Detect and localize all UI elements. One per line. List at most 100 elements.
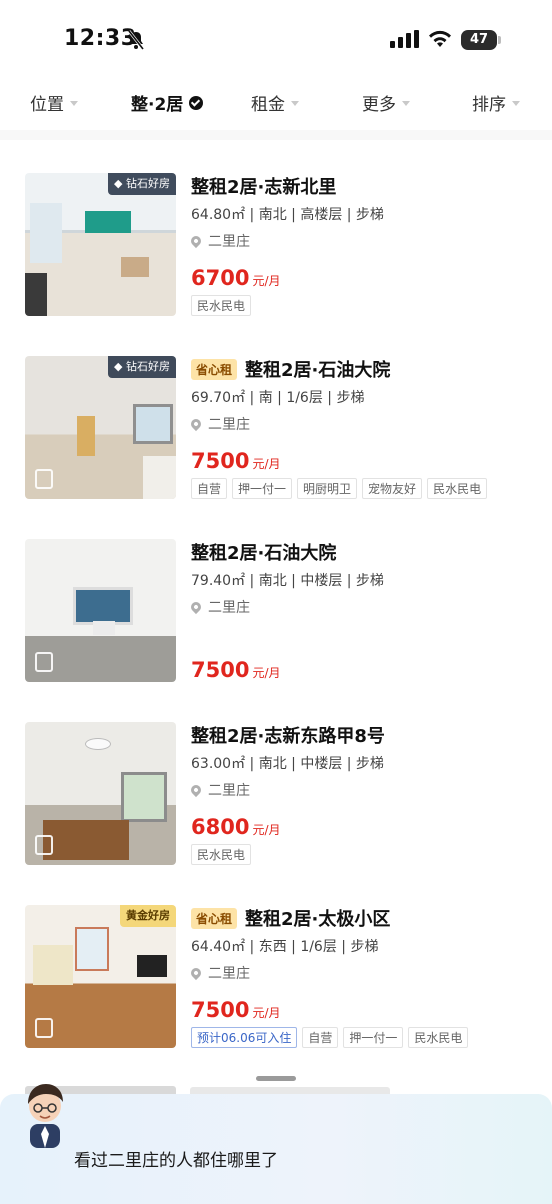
filter-sort-label: 排序 [472,95,506,115]
window-shape [73,587,133,625]
listing-tags: 自营 押一付一 明厨明卫 宠物友好 民水民电 [191,478,492,499]
location-pin-icon [188,233,204,249]
wifi-icon [429,30,451,47]
bed-shape [43,820,129,860]
battery-tip [498,36,501,44]
furniture-shape [25,273,47,316]
listing-title[interactable]: 整租2居·志新北里 [191,173,336,199]
diamond-badge: ◆ 钻石好房 [108,173,176,195]
section-divider [0,130,552,140]
filter-layout-label: 整·2居 [131,95,184,115]
listing-location: 二里庄 [188,231,250,251]
battery-level: 47 [461,30,497,50]
listing-title-text: 整租2居·志新北里 [191,177,337,198]
location-pin-icon [188,782,204,798]
furniture-shape [143,456,176,499]
listing-location: 二里庄 [188,597,250,617]
listing-card[interactable]: ◆ 钻石好房 整租2居·志新北里 64.80㎡ | 南北 | 高楼层 | 步梯 … [0,173,552,343]
price-value: 7500 [191,998,250,1022]
vr-icon [35,1018,53,1038]
filter-location-label: 位置 [30,95,64,115]
price-unit: 元/月 [252,1006,281,1020]
assistant-prompt-text: 看过二里庄的人都住哪里了 [74,1151,278,1171]
listing-photo[interactable]: ◆ 钻石好房 [25,173,176,316]
listing-title-text: 整租2居·太极小区 [245,909,391,930]
filter-more-label: 更多 [362,95,396,115]
filter-bar: 位置 整·2居 租金 更多 排序 [0,82,552,122]
tag: 民水民电 [408,1027,469,1048]
price-value: 6700 [191,266,250,290]
tag: 自营 [302,1027,339,1048]
chevron-down-icon [70,101,78,106]
badge-label: 钻石好房 [126,360,170,373]
listing-card[interactable]: 整租2居·志新东路甲8号 63.00㎡ | 南北 | 中楼层 | 步梯 二里庄 … [0,722,552,892]
vr-icon [35,469,53,489]
listing-title-text: 整租2居·志新东路甲8号 [191,726,385,747]
listing-price: 7500 元/月 [191,658,281,682]
filter-sort[interactable]: 排序 [472,90,520,115]
window-shape [121,772,167,822]
vr-icon [35,652,53,672]
tag: 民水民电 [191,844,252,865]
location-text: 二里庄 [208,783,250,799]
listing-location: 二里庄 [188,414,250,434]
badge-label: 钻石好房 [126,177,170,190]
listing-meta: 64.80㎡ | 南北 | 高楼层 | 步梯 [191,207,384,223]
move-in-date-tag: 预计06.06可入住 [191,1027,298,1048]
easy-rent-tag: 省心租 [191,907,238,929]
filter-layout[interactable]: 整·2居 [131,90,204,115]
listing-title[interactable]: 省心租 整租2居·太极小区 [191,905,390,931]
listing-location: 二里庄 [188,963,250,983]
listing-photo[interactable] [25,539,176,682]
radiator-shape [93,621,115,635]
listing-photo[interactable]: 黄金好房 [25,905,176,1048]
drag-handle[interactable] [256,1076,296,1081]
listing-title[interactable]: 整租2居·石油大院 [191,539,336,565]
location-text: 二里庄 [208,234,250,250]
listing-price: 6700 元/月 [191,266,281,290]
location-pin-icon [188,599,204,615]
listing-meta: 64.40㎡ | 东西 | 1/6层 | 步梯 [191,939,379,955]
sofa-shape [33,945,73,985]
easy-rent-tag: 省心租 [191,358,238,380]
filter-more[interactable]: 更多 [362,90,410,115]
price-value: 7500 [191,658,250,682]
ceiling-light-shape [85,738,111,750]
furniture-shape [77,416,95,456]
listing-photo[interactable] [25,722,176,865]
listing-price: 6800 元/月 [191,815,281,839]
listing-photo[interactable]: ◆ 钻石好房 [25,356,176,499]
price-unit: 元/月 [252,457,281,471]
price-value: 6800 [191,815,250,839]
tag: 宠物友好 [362,478,423,499]
listing-title-text: 整租2居·石油大院 [191,543,337,564]
filter-rent[interactable]: 租金 [251,90,299,115]
listing-meta: 79.40㎡ | 南北 | 中楼层 | 步梯 [191,573,384,589]
listing-title[interactable]: 整租2居·志新东路甲8号 [191,722,385,748]
vr-icon [35,835,53,855]
listing-tags: 民水民电 [191,844,256,865]
window-shape [30,203,62,263]
listing-card[interactable]: 黄金好房 省心租 整租2居·太极小区 64.40㎡ | 东西 | 1/6层 | … [0,905,552,1075]
price-value: 7500 [191,449,250,473]
listing-tags: 预计06.06可入住 自营 押一付一 民水民电 [191,1027,473,1048]
listing-meta: 63.00㎡ | 南北 | 中楼层 | 步梯 [191,756,384,772]
location-text: 二里庄 [208,966,250,982]
location-text: 二里庄 [208,417,250,433]
clock: 12:33 [64,26,137,51]
tv-shape [137,955,167,977]
listing-title[interactable]: 省心租 整租2居·石油大院 [191,356,390,382]
listing-card[interactable]: ◆ 钻石好房 省心租 整租2居·石油大院 69.70㎡ | 南 | 1/6层 |… [0,356,552,526]
tag: 民水民电 [427,478,488,499]
tag: 明厨明卫 [297,478,358,499]
tag: 押一付一 [343,1027,404,1048]
listing-price: 7500 元/月 [191,449,281,473]
listing-price: 7500 元/月 [191,998,281,1022]
selected-check-icon [189,95,204,110]
filter-location[interactable]: 位置 [30,90,78,115]
listing-card[interactable]: 整租2居·石油大院 79.40㎡ | 南北 | 中楼层 | 步梯 二里庄 750… [0,539,552,709]
listing-tags: 民水民电 [191,295,256,316]
chevron-down-icon [291,101,299,106]
chevron-down-icon [402,101,410,106]
assistant-prompt[interactable]: 看过二里庄的人都住哪里了 [0,1084,552,1204]
